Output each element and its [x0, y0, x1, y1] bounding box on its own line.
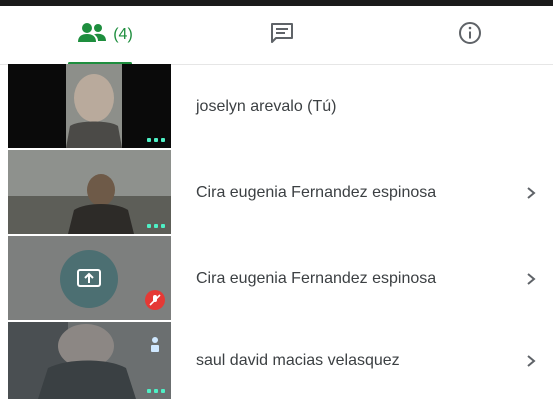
participant-name: Cira eugenia Fernandez espinosa: [196, 184, 437, 201]
info-icon: [458, 21, 482, 50]
more-options-icon[interactable]: [147, 389, 165, 393]
participant-presentation-tile: [8, 236, 171, 320]
chevron-right-icon[interactable]: [526, 150, 536, 236]
participant-name: Cira eugenia Fernandez espinosa: [196, 270, 437, 287]
participant-row[interactable]: Cira eugenia Fernandez espinosa: [0, 236, 553, 322]
participant-name: joselyn arevalo (Tú): [196, 98, 337, 115]
panel-tabs: (4): [0, 6, 553, 65]
participant-row[interactable]: joselyn arevalo (Tú): [0, 64, 553, 150]
participant-video-tile: [8, 322, 171, 399]
participant-video-tile: [8, 64, 171, 148]
participant-name: saul david macias velasquez: [196, 351, 400, 369]
participant-count: (4): [113, 26, 133, 43]
screen-share-icon[interactable]: [60, 250, 118, 308]
chevron-right-icon[interactable]: [526, 236, 536, 322]
participant-row[interactable]: saul david macias velasquez: [0, 322, 553, 399]
people-icon: [77, 22, 107, 49]
chevron-right-icon[interactable]: [526, 322, 536, 399]
participant-row[interactable]: Cira eugenia Fernandez espinosa: [0, 150, 553, 236]
mic-off-icon: [145, 290, 165, 310]
tab-chat[interactable]: [232, 6, 332, 64]
participant-video-tile: [8, 150, 171, 234]
tab-info[interactable]: [420, 6, 520, 64]
more-options-icon[interactable]: [147, 138, 165, 142]
chat-icon: [270, 22, 294, 49]
tab-people[interactable]: (4): [40, 6, 170, 64]
pin-icon[interactable]: [149, 336, 161, 359]
more-options-icon[interactable]: [147, 224, 165, 228]
